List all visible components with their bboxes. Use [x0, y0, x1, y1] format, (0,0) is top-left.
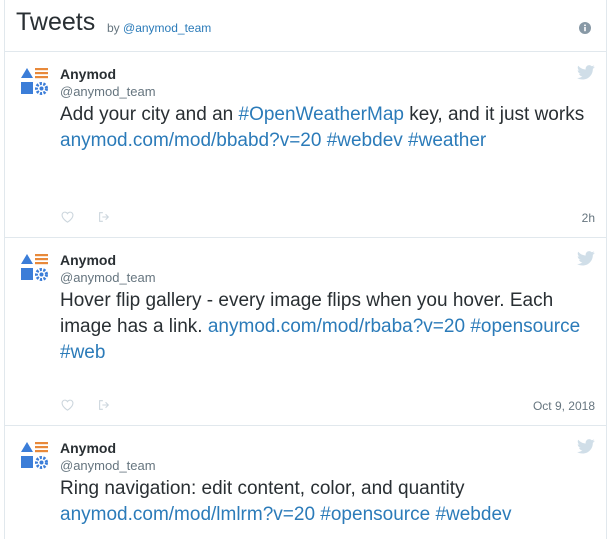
tweet-text-part: Ring navigation: edit content, color, an…	[60, 478, 465, 499]
tweet-actions	[61, 211, 111, 223]
url-link[interactable]: anymod.com/mod/bbabd?v=20	[60, 130, 321, 151]
hashtag-link[interactable]: #webdev	[327, 130, 403, 151]
byline-prefix: by	[107, 21, 120, 35]
tweet-timestamp[interactable]: 2h	[582, 211, 595, 225]
share-icon[interactable]	[98, 399, 111, 411]
tweet[interactable]: Anymod @anymod_team Hover flip gallery -…	[5, 238, 606, 426]
tweet-text: Ring navigation: edit content, color, an…	[60, 476, 595, 528]
tweet-author-handle[interactable]: @anymod_team	[60, 84, 156, 99]
info-icon[interactable]	[579, 22, 591, 34]
timeline-title: Tweets	[16, 8, 96, 36]
tweet-author-name[interactable]: Anymod	[60, 66, 116, 82]
twitter-bird-icon[interactable]	[577, 65, 595, 80]
tweet-author-name[interactable]: Anymod	[60, 440, 116, 456]
tweet[interactable]: Anymod @anymod_team Add your city and an…	[5, 52, 606, 238]
twitter-bird-icon[interactable]	[577, 251, 595, 266]
heart-icon[interactable]	[61, 211, 74, 223]
hashtag-link[interactable]: #weather	[408, 130, 486, 151]
byline-handle-link[interactable]: @anymod_team	[123, 21, 211, 35]
timeline-byline: by @anymod_team	[107, 21, 211, 35]
share-icon[interactable]	[98, 211, 111, 223]
tweet[interactable]: Anymod @anymod_team Ring navigation: edi…	[5, 426, 606, 539]
tweet-actions	[61, 399, 111, 411]
tweet-timestamp[interactable]: Oct 9, 2018	[533, 399, 595, 413]
tweets-timeline-widget: Tweets by @anymod_team Anymod @anymod_te…	[4, 0, 607, 539]
hashtag-link[interactable]: #opensource	[470, 316, 580, 337]
tweet-author-name[interactable]: Anymod	[60, 252, 116, 268]
url-link[interactable]: anymod.com/mod/rbaba?v=20	[208, 316, 465, 337]
twitter-bird-icon[interactable]	[577, 439, 595, 454]
hashtag-link[interactable]: #OpenWeatherMap	[239, 104, 404, 125]
hashtag-link[interactable]: #web	[60, 342, 105, 363]
tweet-author-handle[interactable]: @anymod_team	[60, 458, 156, 473]
anymod-logo-icon[interactable]	[20, 441, 50, 471]
tweet-text: Add your city and an #OpenWeatherMap key…	[60, 102, 595, 154]
url-link[interactable]: anymod.com/mod/lmlrm?v=20	[60, 504, 315, 525]
timeline-header: Tweets by @anymod_team	[5, 0, 606, 52]
heart-icon[interactable]	[61, 399, 74, 411]
tweet-text: Hover flip gallery - every image flips w…	[60, 288, 595, 366]
hashtag-link[interactable]: #webdev	[435, 504, 511, 525]
tweet-text-part: Add your city and an	[60, 104, 239, 125]
hashtag-link[interactable]: #opensource	[320, 504, 430, 525]
tweet-author-handle[interactable]: @anymod_team	[60, 270, 156, 285]
anymod-logo-icon[interactable]	[20, 67, 50, 97]
tweet-text-part: key, and it just works	[403, 104, 585, 125]
anymod-logo-icon[interactable]	[20, 253, 50, 283]
